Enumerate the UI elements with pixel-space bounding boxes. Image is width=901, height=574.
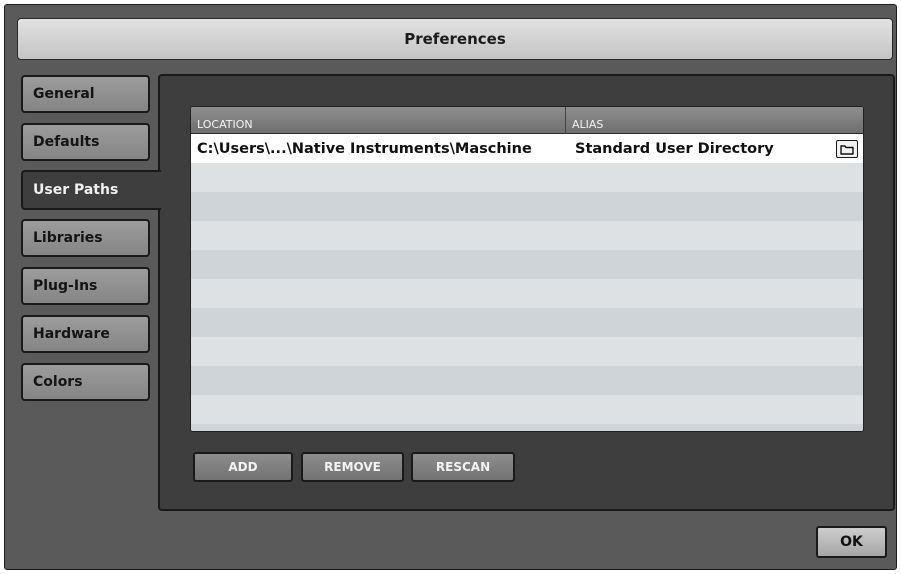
tab-defaults[interactable]: Defaults (21, 123, 150, 161)
table-row[interactable]: C:\Users\...\Native Instruments\Maschine… (191, 134, 863, 163)
tab-plug-ins[interactable]: Plug-Ins (21, 267, 150, 305)
column-header-alias[interactable]: ALIAS (566, 107, 863, 134)
cell-alias[interactable]: Standard User Directory (575, 134, 774, 163)
tab-colors[interactable]: Colors (21, 363, 150, 401)
cell-location: C:\Users\...\Native Instruments\Maschine (197, 140, 532, 157)
table-header: LOCATION ALIAS (191, 107, 863, 134)
ok-button[interactable]: OK (816, 526, 887, 558)
tab-hardware[interactable]: Hardware (21, 315, 150, 353)
add-button[interactable]: ADD (193, 452, 293, 482)
folder-icon[interactable] (836, 140, 858, 158)
window-title: Preferences (17, 18, 893, 60)
folder-icon-graphic (840, 144, 854, 155)
tab-libraries[interactable]: Libraries (21, 219, 150, 257)
table-rows[interactable]: C:\Users\...\Native Instruments\Maschine… (191, 134, 863, 431)
column-header-location[interactable]: LOCATION (191, 107, 566, 134)
tab-general[interactable]: General (21, 75, 150, 113)
rescan-button[interactable]: RESCAN (411, 452, 515, 482)
user-paths-panel: LOCATION ALIAS C:\Users\...\Native Instr… (158, 74, 895, 511)
user-paths-table: LOCATION ALIAS C:\Users\...\Native Instr… (190, 106, 864, 432)
remove-button[interactable]: REMOVE (301, 452, 404, 482)
tab-user-paths[interactable]: User Paths (21, 170, 161, 210)
